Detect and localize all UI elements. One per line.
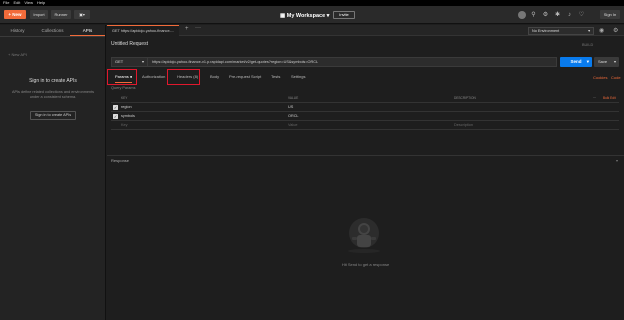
param-value[interactable]: US: [288, 103, 293, 112]
save-button[interactable]: Save ▾: [594, 57, 619, 67]
sidebar: History Collections APIs + New API Sign …: [0, 25, 106, 320]
tab-apis[interactable]: APIs: [70, 25, 105, 36]
code-link[interactable]: Code: [611, 75, 621, 80]
save-dropdown-icon[interactable]: ▾: [614, 57, 616, 67]
new-value-input[interactable]: Value: [288, 121, 297, 130]
more-options-icon[interactable]: ···: [593, 94, 596, 103]
astronaut-illustration-icon: [348, 218, 380, 253]
query-params-table: KEY VALUE DESCRIPTION ··· Bulk Edit ✓ re…: [111, 94, 619, 130]
tab-authorization[interactable]: Authorization: [142, 71, 165, 83]
bulk-edit-link[interactable]: Bulk Edit: [603, 94, 616, 103]
eye-icon[interactable]: ◉: [599, 27, 604, 34]
environment-select[interactable]: No Environment ▾: [528, 27, 594, 35]
send-button[interactable]: Send ▾: [560, 57, 592, 67]
sidebar-sign-in-button[interactable]: Sign in to create APIs: [30, 111, 76, 120]
tab-tests[interactable]: Tests: [271, 71, 280, 83]
cookies-link[interactable]: Cookies: [593, 75, 607, 80]
url-input[interactable]: https://apidojo-yahoo-finance-v1.p.rapid…: [152, 58, 318, 66]
method-label: GET: [115, 59, 124, 64]
build-label[interactable]: BUILD: [582, 43, 593, 47]
response-divider[interactable]: [107, 155, 624, 156]
table-header: KEY VALUE DESCRIPTION ··· Bulk Edit: [111, 94, 619, 103]
sign-in-button[interactable]: Sign In: [600, 10, 620, 19]
response-hint: Hit Send to get a response: [341, 262, 390, 267]
tab-pre-request-script[interactable]: Pre-request Script: [229, 71, 261, 83]
send-dropdown-icon[interactable]: ▾: [587, 57, 589, 67]
response-label: Response: [111, 158, 130, 163]
more-tabs-icon[interactable]: ···: [195, 25, 201, 31]
chevron-down-icon: ▾: [588, 29, 590, 33]
params-highlight: [107, 69, 137, 85]
environment-label: No Environment: [532, 29, 560, 33]
param-key[interactable]: region: [121, 103, 132, 112]
tab-settings[interactable]: Settings: [291, 71, 305, 83]
send-label: Send: [570, 59, 582, 64]
top-toolbar: + New Import Runner ▣▾ ▦ My Workspace ▾ …: [0, 6, 624, 24]
tab-collections[interactable]: Collections: [35, 25, 70, 36]
add-tab-icon[interactable]: +: [185, 26, 189, 32]
header-description: DESCRIPTION: [454, 96, 476, 100]
request-name[interactable]: Untitled Request: [111, 41, 148, 47]
import-button[interactable]: Import: [30, 10, 48, 19]
param-value[interactable]: ORCL: [288, 112, 299, 121]
header-key: KEY: [121, 96, 128, 100]
notifications-icon[interactable]: ♪: [566, 12, 573, 19]
invite-button[interactable]: Invite: [333, 11, 355, 19]
tab-body[interactable]: Body: [210, 71, 219, 83]
interceptor-icon[interactable]: ⚙: [542, 12, 549, 19]
sidebar-tabs: History Collections APIs: [0, 25, 105, 37]
save-label: Save: [598, 59, 608, 64]
table-row-empty: Key Value Description: [111, 121, 619, 130]
sidebar-description: APIs define related collections and envi…: [11, 90, 95, 99]
sidebar-title: Sign in to create APIs: [29, 78, 77, 84]
new-window-icon[interactable]: ▣▾: [74, 10, 90, 19]
headers-highlight: [167, 69, 200, 85]
satellite-icon[interactable]: ⚲: [530, 12, 537, 19]
workspace-icon: ▦: [280, 13, 287, 19]
header-value: VALUE: [288, 96, 299, 100]
request-tabs: GET https://apidojo-yahoo-finance-... + …: [107, 25, 624, 36]
chevron-down-icon: ▾: [141, 59, 144, 64]
url-bar: GET ▾ https://apidojo-yahoo-finance-v1.p…: [111, 57, 557, 67]
workspace-selector[interactable]: ▦ My Workspace ▾: [280, 11, 329, 21]
gear-icon[interactable]: ⚙: [613, 27, 618, 34]
request-tab[interactable]: GET https://apidojo-yahoo-finance-...: [107, 25, 179, 36]
tab-history[interactable]: History: [0, 25, 35, 36]
table-row: ✓ symbols ORCL: [111, 112, 619, 121]
table-row: ✓ region US: [111, 103, 619, 112]
new-key-input[interactable]: Key: [121, 121, 128, 130]
workspace-label: My Workspace ▾: [286, 13, 330, 19]
new-button[interactable]: + New: [4, 10, 26, 19]
runner-button[interactable]: Runner: [51, 10, 71, 19]
settings-icon[interactable]: ✱: [554, 12, 561, 19]
param-key[interactable]: symbols: [121, 112, 135, 121]
row-checkbox[interactable]: ✓: [113, 105, 118, 110]
collapse-response-icon[interactable]: ▾: [616, 158, 618, 163]
new-api-button[interactable]: + New API: [8, 52, 27, 57]
main-panel: GET https://apidojo-yahoo-finance-... + …: [107, 25, 624, 320]
method-select[interactable]: GET ▾: [112, 58, 148, 66]
row-checkbox[interactable]: ✓: [113, 114, 118, 119]
heart-icon[interactable]: ♡: [578, 12, 585, 19]
new-description-input[interactable]: Description: [454, 121, 473, 130]
query-params-title: Query Params: [111, 86, 136, 90]
sync-icon[interactable]: [518, 11, 526, 19]
